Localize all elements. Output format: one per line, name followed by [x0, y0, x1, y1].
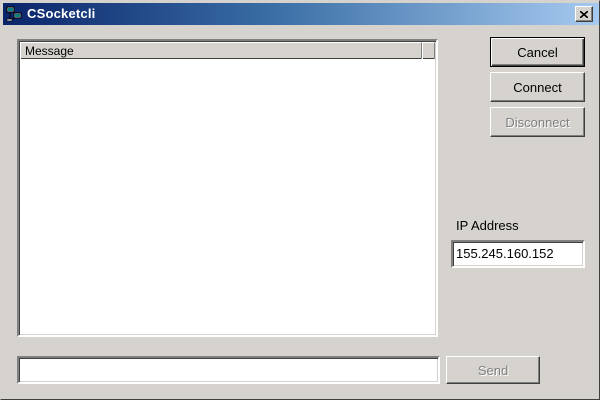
- close-button[interactable]: [575, 6, 593, 22]
- column-header-message[interactable]: Message: [20, 42, 422, 59]
- connect-button[interactable]: Connect: [490, 72, 585, 102]
- list-header: Message: [20, 42, 435, 59]
- message-list[interactable]: Message: [17, 39, 438, 337]
- dialog-window: CSocketcli Message Cancel Connect Discon…: [0, 0, 600, 400]
- ip-address-field[interactable]: 155.245.160.152: [451, 240, 585, 268]
- window-title: CSocketcli: [27, 6, 96, 21]
- column-header-spacer: [422, 42, 435, 59]
- cancel-button[interactable]: Cancel: [490, 37, 585, 67]
- send-message-input[interactable]: [17, 356, 440, 384]
- disconnect-button[interactable]: Disconnect: [490, 107, 585, 137]
- ip-address-label: IP Address: [456, 218, 519, 233]
- network-computers-icon: [6, 6, 22, 22]
- title-bar[interactable]: CSocketcli: [3, 3, 599, 25]
- close-icon: [580, 10, 588, 18]
- ip-address-value: 155.245.160.152: [456, 246, 554, 261]
- send-button[interactable]: Send: [446, 356, 540, 384]
